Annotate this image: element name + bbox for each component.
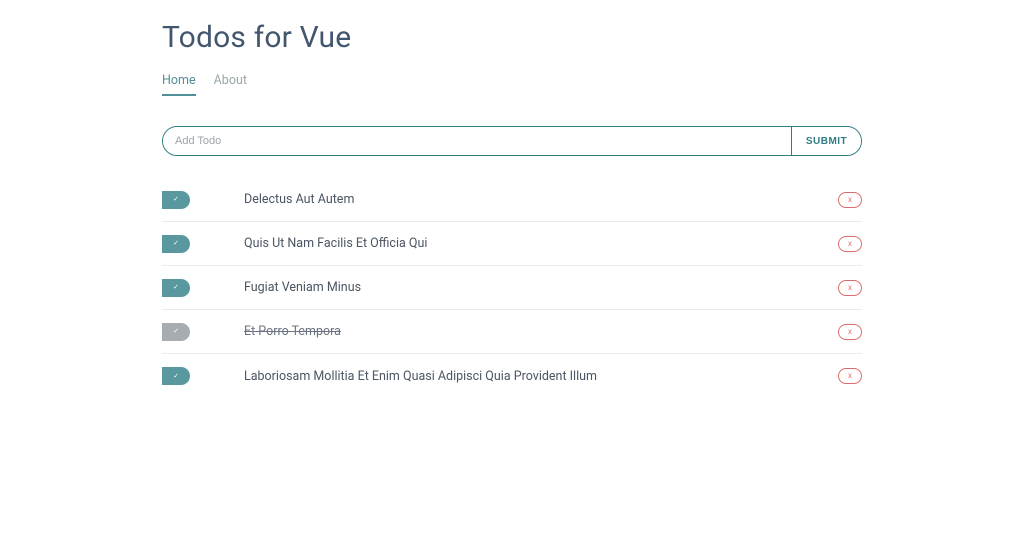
- delete-button[interactable]: x: [838, 236, 862, 252]
- complete-toggle[interactable]: ✓: [162, 235, 190, 253]
- complete-toggle[interactable]: ✓: [162, 279, 190, 297]
- add-todo-input[interactable]: [163, 127, 791, 155]
- delete-button[interactable]: x: [838, 280, 862, 296]
- todo-title: Et Porro Tempora: [244, 324, 838, 339]
- tab-home[interactable]: Home: [162, 73, 196, 96]
- todo-title: Laboriosam Mollitia Et Enim Quasi Adipis…: [244, 369, 838, 384]
- complete-toggle[interactable]: ✓: [162, 323, 190, 341]
- todo-row: ✓ Delectus Aut Autemx: [162, 178, 862, 222]
- nav-tabs: Home About: [162, 73, 862, 96]
- todo-row: ✓ Quis Ut Nam Facilis Et Officia Quix: [162, 222, 862, 266]
- tab-about[interactable]: About: [214, 73, 247, 96]
- add-todo-form: Submit: [162, 126, 862, 156]
- app-root: Todos for Vue Home About Submit ✓ Delectu…: [0, 0, 1024, 398]
- check-icon: ✓: [173, 328, 179, 335]
- check-icon: ✓: [173, 284, 179, 291]
- todo-row: ✓ Laboriosam Mollitia Et Enim Quasi Adipi…: [162, 354, 862, 398]
- check-icon: ✓: [173, 373, 179, 380]
- todo-list: ✓Delectus Aut Autemx✓Quis Ut Nam Facilis…: [162, 178, 862, 398]
- todo-title: Quis Ut Nam Facilis Et Officia Qui: [244, 236, 838, 251]
- check-icon: ✓: [173, 196, 179, 203]
- page-title: Todos for Vue: [162, 20, 862, 55]
- content-wrapper: Todos for Vue Home About Submit ✓ Delectu…: [162, 20, 862, 398]
- delete-button[interactable]: x: [838, 324, 862, 340]
- todo-title: Delectus Aut Autem: [244, 192, 838, 207]
- check-icon: ✓: [173, 240, 179, 247]
- complete-toggle[interactable]: ✓: [162, 367, 190, 385]
- todo-title: Fugiat Veniam Minus: [244, 280, 838, 295]
- todo-row: ✓ Fugiat Veniam Minusx: [162, 266, 862, 310]
- delete-button[interactable]: x: [838, 368, 862, 384]
- complete-toggle[interactable]: ✓: [162, 191, 190, 209]
- todo-row: ✓ Et Porro Temporax: [162, 310, 862, 354]
- delete-button[interactable]: x: [838, 192, 862, 208]
- submit-button[interactable]: Submit: [791, 127, 861, 155]
